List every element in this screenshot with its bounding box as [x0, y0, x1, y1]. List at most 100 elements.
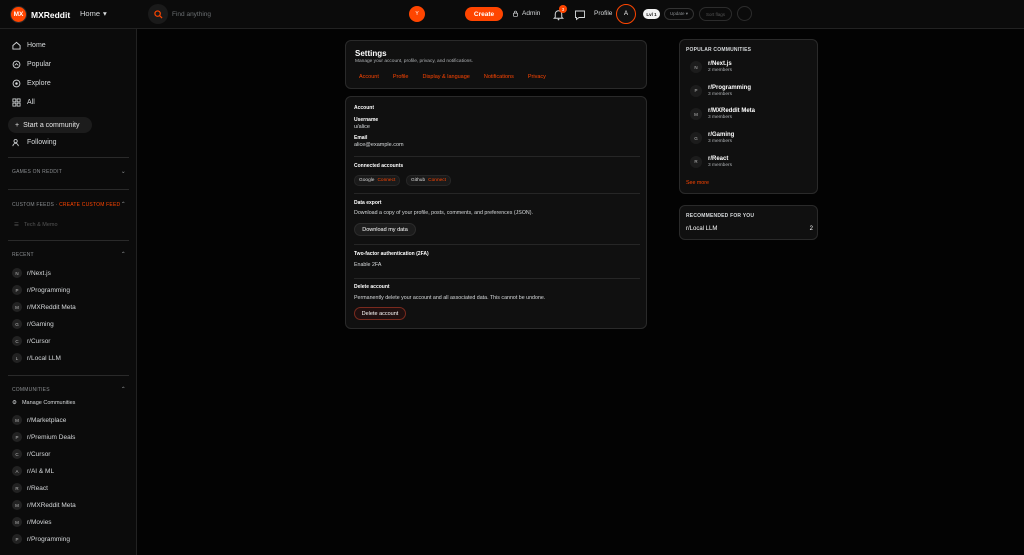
brand-logo[interactable]: MX MXReddit — [10, 6, 70, 23]
settings-header-card: Settings Manage your account, profile, p… — [345, 40, 647, 89]
community-name: r/Premium Deals — [27, 433, 76, 441]
community-avatar: P — [12, 432, 22, 442]
plus-icon: + — [15, 121, 20, 129]
all-icon — [12, 98, 21, 107]
divider — [8, 157, 129, 158]
divider — [8, 189, 129, 190]
sidebar-item-label: Following — [27, 139, 57, 146]
search-icon[interactable] — [148, 4, 168, 24]
recent-community-item[interactable]: Lr/Local LLM — [12, 353, 61, 363]
brand-name: MXReddit — [31, 9, 71, 20]
community-info: r/React 3 members — [708, 156, 732, 168]
popular-community-item[interactable]: Nr/Next.js 2 members — [690, 61, 732, 73]
community-name: r/Marketplace — [27, 416, 67, 424]
email-value: alice@example.com — [354, 142, 404, 148]
more-options-icon[interactable] — [737, 6, 752, 21]
popular-community-item[interactable]: Rr/React 3 members — [690, 155, 732, 168]
community-item[interactable]: Mr/Marketplace — [12, 415, 66, 425]
connection-name: Google — [359, 178, 375, 183]
search-input[interactable] — [172, 10, 352, 18]
popular-community-item[interactable]: Gr/Gaming 3 members — [690, 132, 734, 145]
custom-feeds-section-header[interactable]: CUSTOM FEEDS · CREATE CUSTOM FEED ⌃ — [12, 201, 126, 209]
divider — [354, 156, 640, 157]
community-avatar: C — [12, 449, 22, 459]
level-badge: Lvl 1 — [643, 9, 660, 19]
community-item[interactable]: Pr/Programming — [12, 534, 70, 544]
popular-communities-card: POPULAR COMMUNITIES Nr/Next.js 2 members P… — [679, 39, 818, 194]
search-assistant-icon[interactable]: Y — [409, 6, 425, 22]
sidebar-item-following[interactable]: Following — [12, 138, 57, 147]
download-data-button[interactable]: Download my data — [354, 223, 416, 236]
tab-display-language[interactable]: Display & language — [422, 74, 469, 80]
recent-community-item[interactable]: Cr/Cursor — [12, 336, 50, 346]
member-count: 3 members — [708, 91, 732, 97]
sidebar-item-label: Explore — [27, 80, 51, 87]
recent-community-item[interactable]: Mr/MXReddit Meta — [12, 302, 76, 312]
community-name: r/Gaming — [708, 132, 735, 139]
community-item[interactable]: Cr/Cursor — [12, 449, 50, 459]
see-more-link[interactable]: See more — [686, 180, 709, 186]
community-item[interactable]: Ar/AI & ML — [12, 466, 54, 476]
create-custom-feed-link[interactable]: CREATE CUSTOM FEED — [59, 202, 120, 208]
start-community-button[interactable]: + Start a community — [8, 117, 92, 133]
manage-communities-link[interactable]: ⚙ Manage Communities — [12, 400, 75, 406]
community-item[interactable]: Mr/Movies — [12, 517, 52, 527]
profile-link[interactable]: Profile — [594, 10, 612, 17]
member-count: 2 members — [708, 68, 732, 73]
tab-notifications[interactable]: Notifications — [484, 74, 514, 80]
custom-feed-item[interactable]: ☰ Tech & Memo — [14, 222, 58, 228]
community-avatar: N — [690, 61, 702, 73]
community-avatar: G — [12, 319, 22, 329]
community-item[interactable]: Pr/Premium Deals — [12, 432, 75, 442]
tab-account[interactable]: Account — [359, 74, 379, 80]
search-bar[interactable]: Y — [148, 4, 428, 24]
lock-icon — [513, 10, 518, 17]
community-item[interactable]: Mr/MXReddit Meta — [12, 500, 76, 510]
delete-account-title: Delete account — [354, 284, 390, 290]
section-title: GAMES ON REDDIT — [12, 168, 62, 175]
update-button[interactable]: Update ▾ — [664, 8, 694, 20]
tab-privacy[interactable]: Privacy — [528, 74, 546, 80]
community-avatar: R — [690, 155, 702, 168]
avatar[interactable]: A — [616, 4, 636, 24]
google-connect-button[interactable]: Connect — [377, 178, 395, 183]
recent-community-item[interactable]: Nr/Next.js — [12, 268, 51, 278]
member-count: 3 members — [708, 162, 732, 168]
sort-flags-button[interactable]: Sort flags — [699, 7, 732, 21]
community-info: r/Gaming 3 members — [708, 132, 734, 144]
recent-section-header[interactable]: RECENT ⌃ — [12, 251, 126, 259]
recent-community-item[interactable]: Pr/Programming — [12, 285, 70, 295]
recommended-name: r/Local LLM — [686, 226, 718, 232]
recommended-item[interactable]: r/Local LLM 2 — [686, 226, 813, 232]
popular-community-item[interactable]: Mr/MXReddit Meta 3 members — [690, 108, 755, 121]
communities-section-header[interactable]: COMMUNITIES ⌃ — [12, 386, 126, 394]
enable-2fa-link[interactable]: Enable 2FA — [354, 262, 381, 268]
manage-communities-label: Manage Communities — [21, 400, 76, 406]
gear-icon: ⚙ — [12, 400, 17, 406]
section-title: RECENT — [12, 251, 34, 258]
sidebar-item-explore[interactable]: Explore — [12, 79, 51, 88]
recent-community-item[interactable]: Gr/Gaming — [12, 319, 54, 329]
sidebar-item-all[interactable]: All — [12, 98, 35, 107]
chat-icon[interactable] — [574, 9, 586, 21]
delete-account-button[interactable]: Delete account — [354, 307, 406, 320]
account-settings-card: Account Username u/alice Email alice@exa… — [345, 96, 647, 329]
sidebar-item-label: All — [27, 99, 35, 106]
community-name: r/Programming — [27, 535, 70, 543]
sidebar-item-home[interactable]: Home — [12, 41, 46, 50]
github-connect-button[interactable]: Connect — [428, 178, 446, 183]
admin-label: Admin — [522, 10, 541, 17]
tab-profile[interactable]: Profile — [393, 74, 409, 80]
logo-badge: MX — [10, 6, 27, 23]
admin-link[interactable]: Admin — [512, 10, 540, 17]
popular-community-item[interactable]: Pr/Programming 3 members — [690, 84, 751, 97]
community-info: r/Programming 3 members — [708, 85, 751, 97]
create-button[interactable]: Create — [465, 7, 503, 21]
settings-tabs: Account Profile Display & language Notif… — [359, 74, 560, 80]
sidebar-item-popular[interactable]: Popular — [12, 60, 51, 69]
games-section-header[interactable]: GAMES ON REDDIT ⌄ — [12, 168, 126, 176]
home-dropdown[interactable]: Home ▾ — [80, 9, 107, 18]
community-item[interactable]: Rr/React — [12, 483, 48, 493]
community-name: r/Local LLM — [27, 354, 61, 362]
github-connection: Github Connect — [406, 175, 452, 186]
